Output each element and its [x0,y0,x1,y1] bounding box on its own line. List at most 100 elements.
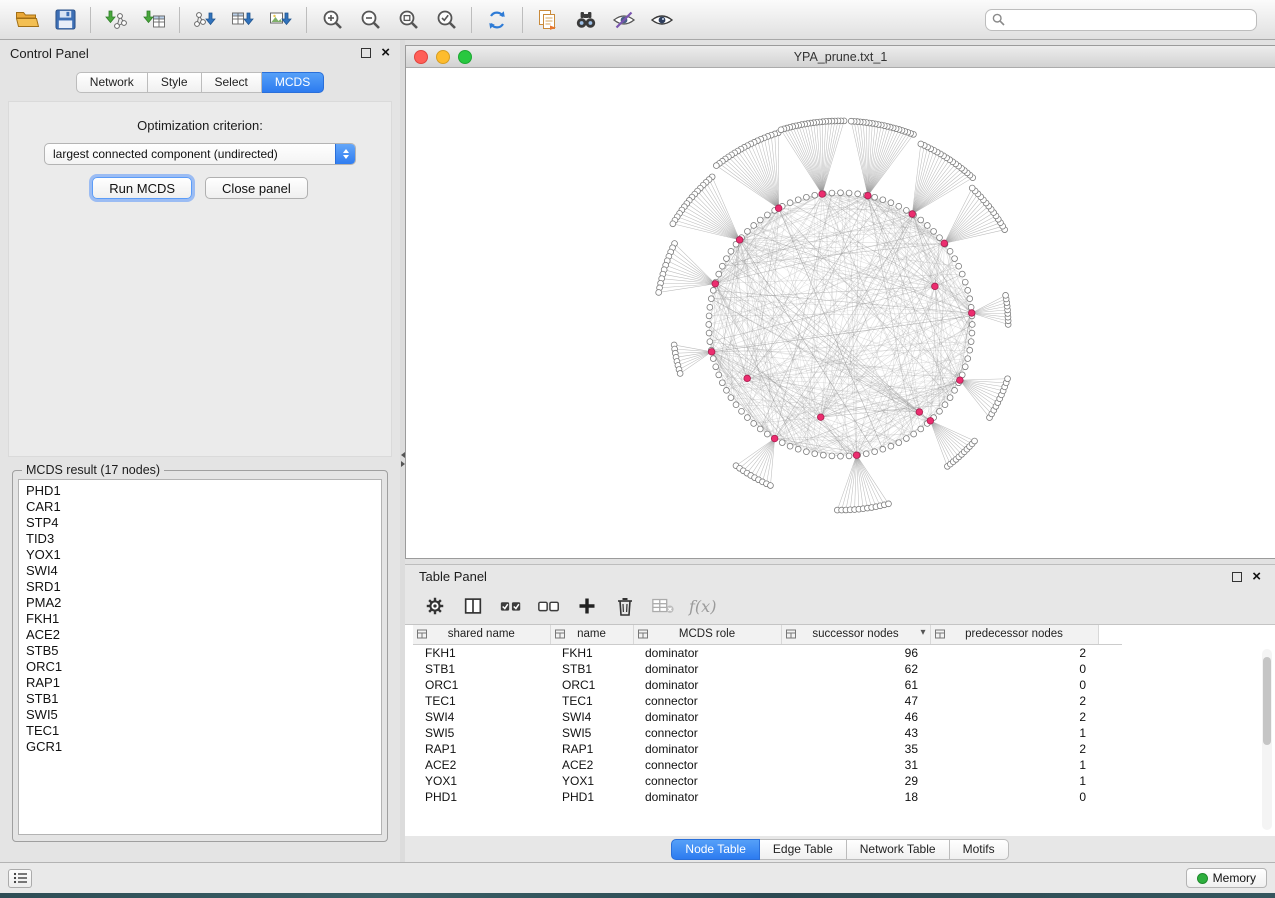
add-column-button[interactable] [575,594,599,618]
mcds-result-list[interactable]: PHD1CAR1STP4TID3YOX1SWI4SRD1PMA2FKH1ACE2… [18,479,382,835]
table-scrollbar[interactable] [1262,649,1272,830]
zoom-selected-icon [435,8,458,31]
mcds-result-item[interactable]: ORC1 [19,659,381,675]
first-neighbors-button[interactable] [567,5,605,35]
mcds-result-box: MCDS result (17 nodes) PHD1CAR1STP4TID3Y… [12,463,388,842]
float-control-panel-button[interactable] [359,46,373,60]
tab-mcds[interactable]: MCDS [262,72,324,93]
zoom-fit-button[interactable] [389,5,427,35]
table-row[interactable]: ORC1ORC1dominator610 [413,677,1122,693]
eye-slash-icon [612,9,636,31]
tab-node-table[interactable]: Node Table [671,839,760,860]
search-box[interactable] [985,9,1257,31]
export-table-button[interactable] [224,5,262,35]
close-panel-button[interactable]: Close panel [205,177,308,199]
export-image-button[interactable] [262,5,300,35]
close-control-panel-button[interactable]: × [381,46,390,60]
hide-selected-button[interactable] [605,5,643,35]
column-sort-icon [786,629,796,642]
columns-icon [462,595,484,617]
tab-motifs[interactable]: Motifs [950,839,1009,860]
tab-network[interactable]: Network [76,72,148,93]
toolbar-separator [306,7,307,33]
table-settings-button[interactable] [423,594,447,618]
mcds-result-item[interactable]: STB5 [19,643,381,659]
table-row[interactable]: SWI4SWI4dominator462 [413,709,1122,725]
column-sort-icon [935,629,945,642]
check-all-button[interactable] [499,594,523,618]
open-file-button[interactable] [8,5,46,35]
export-table-icon [231,9,255,31]
column-header-MCDS-role[interactable]: MCDS role [633,625,781,644]
table-row[interactable]: FKH1FKH1dominator962 [413,644,1122,661]
save-icon [55,9,76,30]
network-canvas[interactable] [406,68,1275,558]
mcds-result-item[interactable]: ACE2 [19,627,381,643]
application-window: Control Panel × NetworkStyleSelectMCDS O… [0,0,1275,893]
mcds-result-item[interactable]: RAP1 [19,675,381,691]
tab-style[interactable]: Style [148,72,202,93]
zoom-selected-button[interactable] [427,5,465,35]
sort-indicator-icon: ▾ [920,627,925,638]
mcds-result-item[interactable]: PHD1 [19,483,381,499]
tab-network-table[interactable]: Network Table [847,839,950,860]
mcds-result-item[interactable]: STB1 [19,691,381,707]
mcds-result-item[interactable]: SWI5 [19,707,381,723]
criterion-dropdown[interactable]: largest connected component (undirected) [44,143,356,165]
run-mcds-button[interactable]: Run MCDS [92,177,192,199]
network-window-titlebar[interactable]: YPA_prune.txt_1 [406,46,1275,68]
node-table: shared namenameMCDS rolesuccessor nodes▾… [413,625,1122,805]
mcds-result-item[interactable]: SWI4 [19,563,381,579]
mcds-result-item[interactable]: GCR1 [19,739,381,755]
table-row[interactable]: STB1STB1dominator620 [413,661,1122,677]
column-header-shared-name[interactable]: shared name [413,625,550,644]
column-header-successor-nodes[interactable]: successor nodes▾ [781,625,930,644]
uncheck-all-button[interactable] [537,594,561,618]
table-scrollbar-thumb[interactable] [1263,657,1271,745]
toolbar-separator [179,7,180,33]
mcds-result-item[interactable]: SRD1 [19,579,381,595]
plus-icon [577,596,597,616]
zoom-out-button[interactable] [351,5,389,35]
import-network-button[interactable] [97,5,135,35]
mcds-result-item[interactable]: CAR1 [19,499,381,515]
criterion-dropdown-value: largest connected component (undirected) [45,147,335,161]
table-row[interactable]: YOX1YOX1connector291 [413,773,1122,789]
column-header-name[interactable]: name [550,625,633,644]
tab-select[interactable]: Select [202,72,262,93]
table-row[interactable]: TEC1TEC1connector472 [413,693,1122,709]
table-row[interactable]: ACE2ACE2connector311 [413,757,1122,773]
mcds-result-item[interactable]: TID3 [19,531,381,547]
export-image-icon [269,9,293,31]
mcds-result-item[interactable]: FKH1 [19,611,381,627]
memory-button[interactable]: Memory [1186,868,1267,888]
tab-edge-table[interactable]: Edge Table [760,839,847,860]
show-all-button[interactable] [643,5,681,35]
panel-selector-button[interactable] [8,869,32,888]
memory-button-label: Memory [1213,871,1256,885]
table-row[interactable]: PHD1PHD1dominator180 [413,789,1122,805]
clone-network-button[interactable] [529,5,567,35]
splitter-handle-icon[interactable] [400,452,405,467]
export-network-icon [193,9,217,31]
show-columns-button[interactable] [461,594,485,618]
zoom-in-button[interactable] [313,5,351,35]
table-row[interactable]: RAP1RAP1dominator352 [413,741,1122,757]
export-network-button[interactable] [186,5,224,35]
mcds-result-item[interactable]: STP4 [19,515,381,531]
search-input[interactable] [1010,12,1250,28]
table-row[interactable]: SWI5SWI5connector431 [413,725,1122,741]
mcds-result-item[interactable]: TEC1 [19,723,381,739]
table-panel-header: Table Panel × [405,565,1275,588]
float-table-panel-button[interactable] [1230,570,1244,584]
column-header-predecessor-nodes[interactable]: predecessor nodes [930,625,1098,644]
mcds-result-item[interactable]: YOX1 [19,547,381,563]
import-table-button[interactable] [135,5,173,35]
mcds-result-item[interactable]: PMA2 [19,595,381,611]
refresh-button[interactable] [478,5,516,35]
close-table-panel-button[interactable]: × [1252,570,1261,584]
save-session-button[interactable] [46,5,84,35]
network-window-title: YPA_prune.txt_1 [406,50,1275,64]
toolbar-separator [522,7,523,33]
delete-column-button[interactable] [613,594,637,618]
